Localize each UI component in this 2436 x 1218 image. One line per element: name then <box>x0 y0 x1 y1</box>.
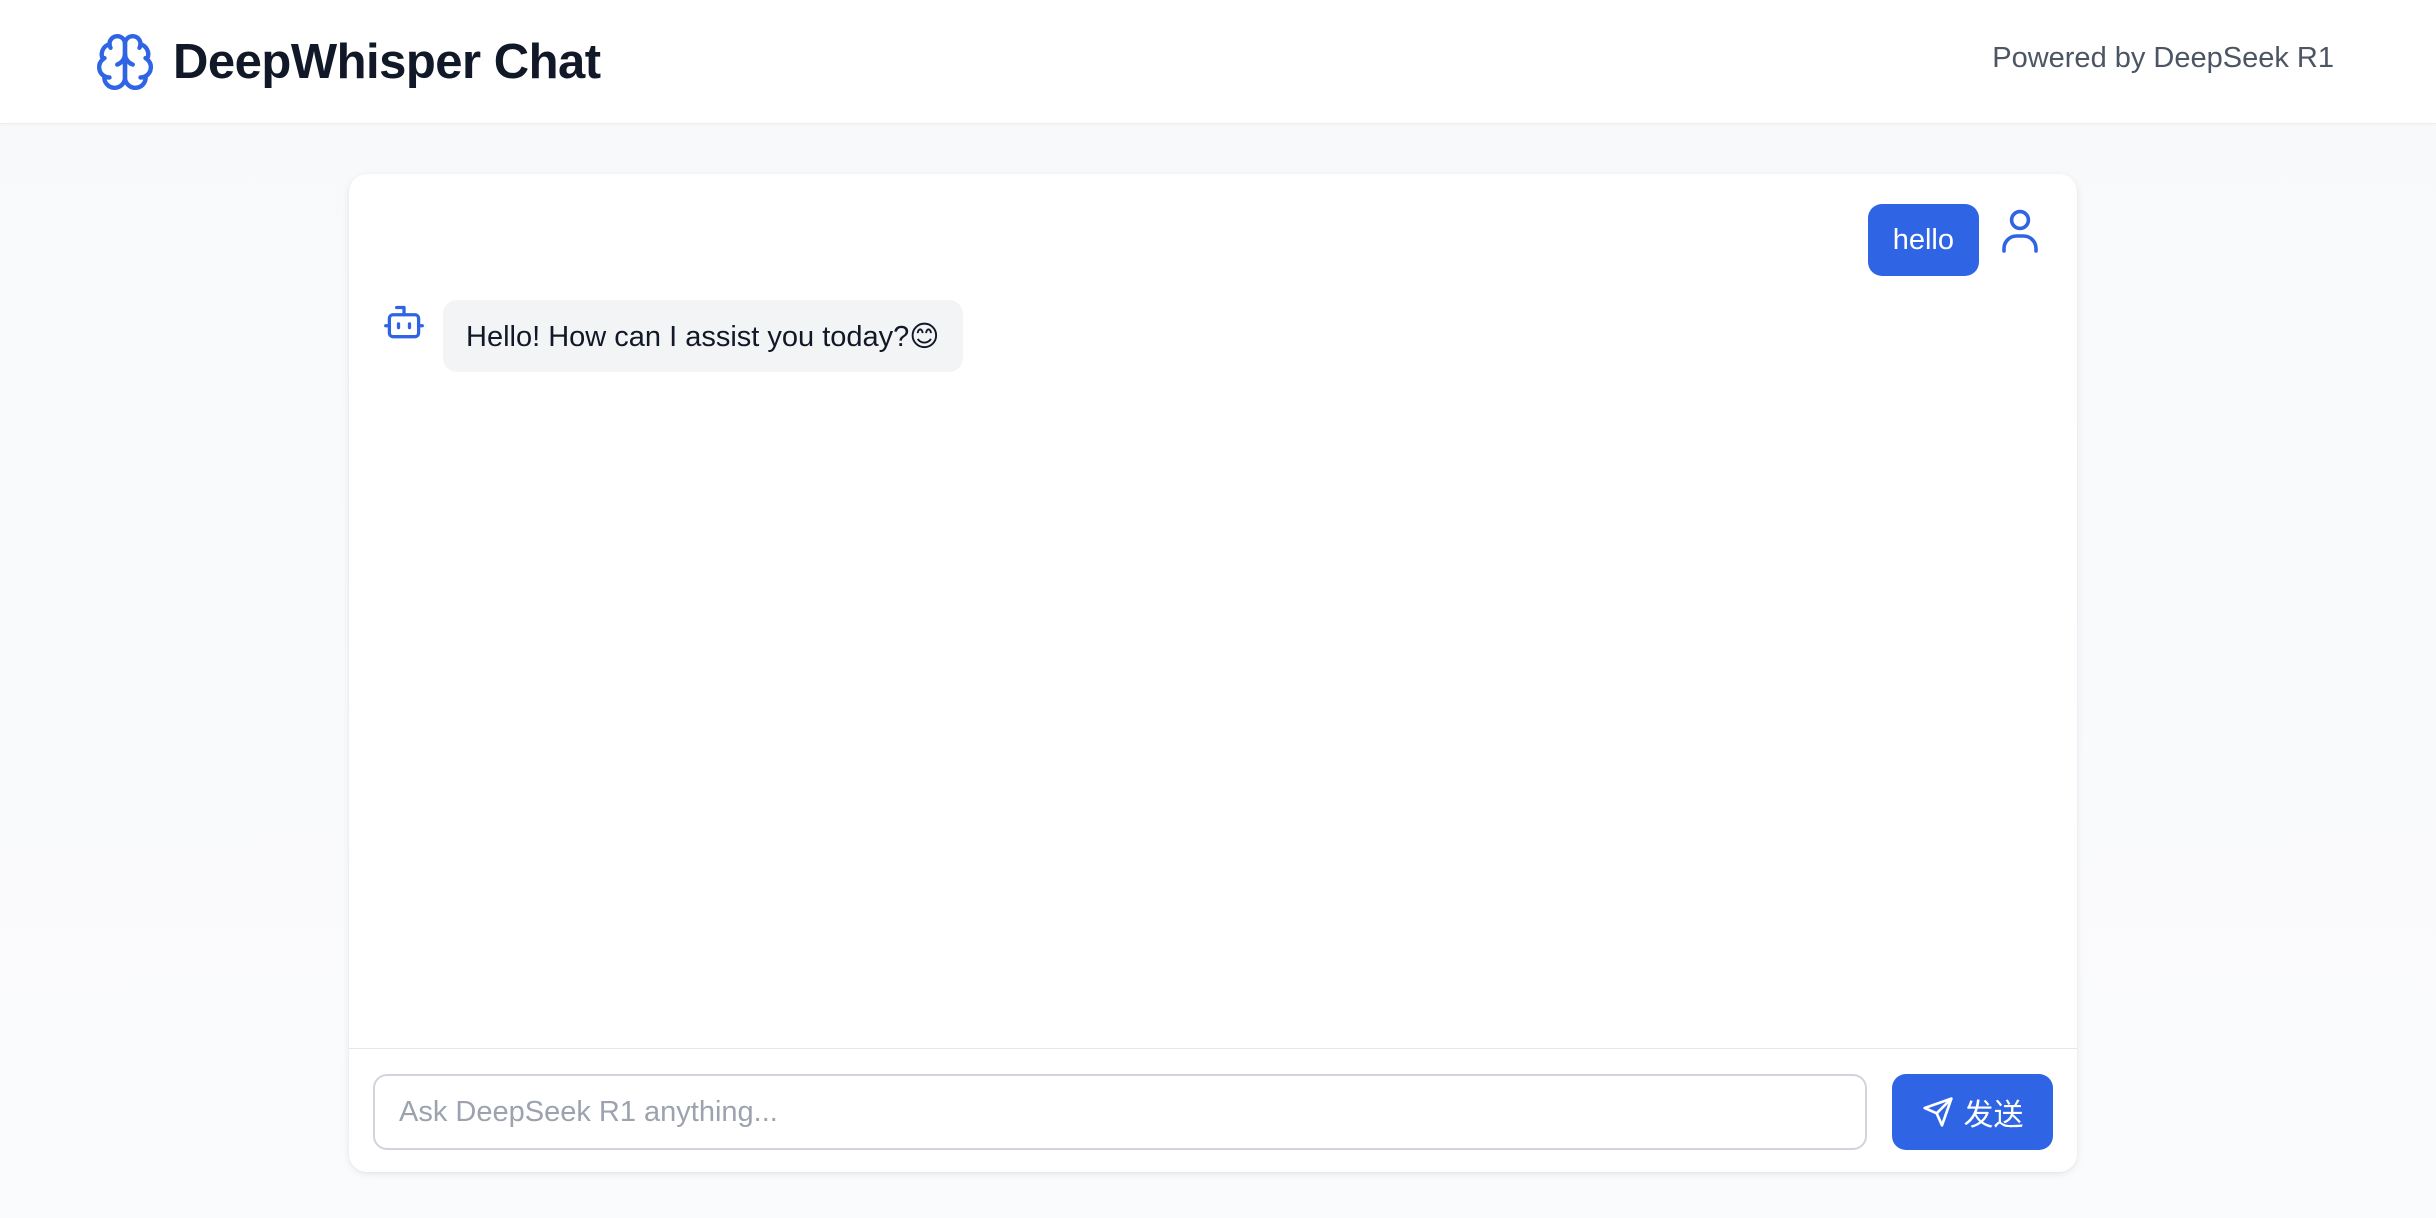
send-button[interactable]: 发送 <box>1892 1074 2053 1150</box>
send-button-label: 发送 <box>1963 1098 2024 1133</box>
user-icon <box>1997 206 2043 256</box>
message-list[interactable]: hello Hello! How can I assist you today?… <box>349 174 2077 1048</box>
assistant-message: Hello! How can I assist you today?😊 <box>381 300 963 372</box>
app-header: DeepWhisper Chat Powered by DeepSeek R1 <box>0 0 2436 124</box>
user-message: hello <box>1867 204 2043 276</box>
message-input[interactable] <box>373 1074 1867 1150</box>
chat-panel: hello Hello! How can I assist you today?… <box>349 174 2077 1172</box>
user-message-bubble: hello <box>1867 204 1979 276</box>
message-composer: 发送 <box>349 1048 2077 1172</box>
app-title: DeepWhisper Chat <box>173 35 601 89</box>
brain-icon <box>94 31 156 93</box>
brand: DeepWhisper Chat <box>94 30 601 94</box>
send-icon <box>1922 1096 1954 1128</box>
powered-by-label: Powered by DeepSeek R1 <box>1992 42 2334 74</box>
robot-icon <box>381 300 427 346</box>
assistant-message-bubble: Hello! How can I assist you today?😊 <box>443 300 963 372</box>
